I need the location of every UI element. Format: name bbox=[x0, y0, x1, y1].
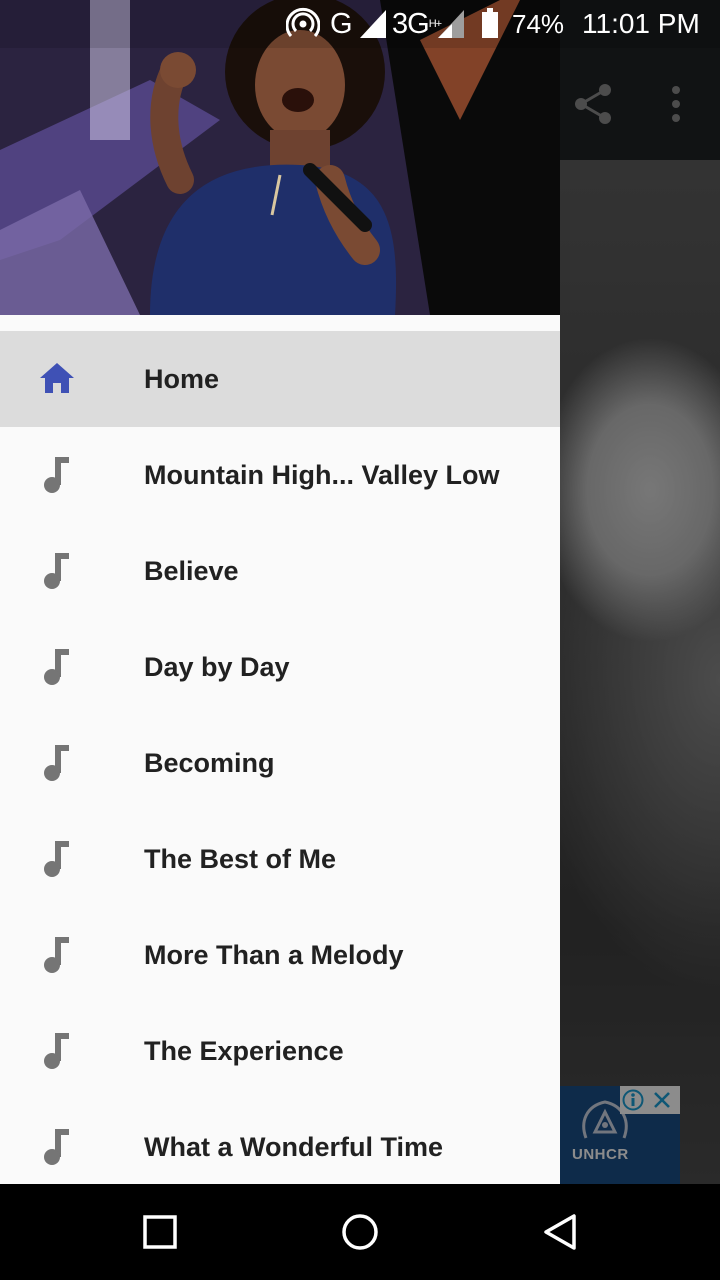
drawer-item-label: Day by Day bbox=[144, 652, 290, 682]
drawer-menu: Home Mountain High... Valley Low Believe bbox=[0, 331, 560, 1184]
drawer-item-label: Believe bbox=[144, 556, 239, 586]
drawer-item-the-experience[interactable]: The Experience bbox=[0, 1003, 560, 1099]
drawer-item-label: What a Wonderful Time bbox=[144, 1132, 444, 1162]
recent-apps-icon[interactable] bbox=[136, 1208, 184, 1256]
signal-icon bbox=[438, 10, 464, 38]
drawer-item-mountain-high-valley-low[interactable]: Mountain High... Valley Low bbox=[0, 427, 560, 523]
music-note-icon bbox=[44, 841, 69, 877]
music-note-icon bbox=[44, 745, 69, 781]
network-type-g: G bbox=[330, 7, 353, 40]
music-note-icon bbox=[44, 1033, 69, 1069]
back-icon[interactable] bbox=[536, 1208, 584, 1256]
drawer-item-home[interactable]: Home bbox=[0, 331, 560, 427]
hotspot-icon bbox=[286, 7, 320, 37]
drawer-item-more-than-a-melody[interactable]: More Than a Melody bbox=[0, 907, 560, 1003]
status-bar: G 3G H+ 74% 11:01 PM bbox=[0, 0, 720, 48]
drawer-item-label: The Experience bbox=[144, 1036, 344, 1066]
drawer-divider bbox=[0, 315, 560, 331]
drawer-item-label: Mountain High... Valley Low bbox=[144, 460, 500, 490]
navigation-bar bbox=[0, 1184, 720, 1280]
drawer-item-believe[interactable]: Believe bbox=[0, 523, 560, 619]
drawer-item-day-by-day[interactable]: Day by Day bbox=[0, 619, 560, 715]
battery-percentage: 74% bbox=[512, 8, 565, 39]
music-note-icon bbox=[44, 1129, 69, 1165]
music-note-icon bbox=[44, 937, 69, 973]
clock: 11:01 PM bbox=[582, 8, 700, 39]
signal-icon bbox=[360, 10, 386, 38]
drawer-item-what-a-wonderful-time[interactable]: What a Wonderful Time bbox=[0, 1099, 560, 1184]
drawer-item-label: Home bbox=[144, 364, 220, 394]
drawer-scrim[interactable] bbox=[560, 0, 720, 1184]
navigation-drawer: Home Mountain High... Valley Low Believe bbox=[0, 0, 560, 1184]
music-note-icon bbox=[44, 553, 69, 589]
network-type-3g: 3G H+ bbox=[392, 7, 442, 40]
battery-icon bbox=[482, 8, 498, 38]
drawer-item-label: Becoming bbox=[144, 748, 275, 778]
music-note-icon bbox=[44, 457, 69, 493]
drawer-item-becoming[interactable]: Becoming bbox=[0, 715, 560, 811]
drawer-item-label: More Than a Melody bbox=[144, 940, 404, 970]
drawer-item-the-best-of-me[interactable]: The Best of Me bbox=[0, 811, 560, 907]
home-icon bbox=[40, 363, 74, 393]
home-circle-icon[interactable] bbox=[336, 1208, 384, 1256]
music-note-icon bbox=[44, 649, 69, 685]
drawer-item-label: The Best of Me bbox=[144, 844, 337, 874]
